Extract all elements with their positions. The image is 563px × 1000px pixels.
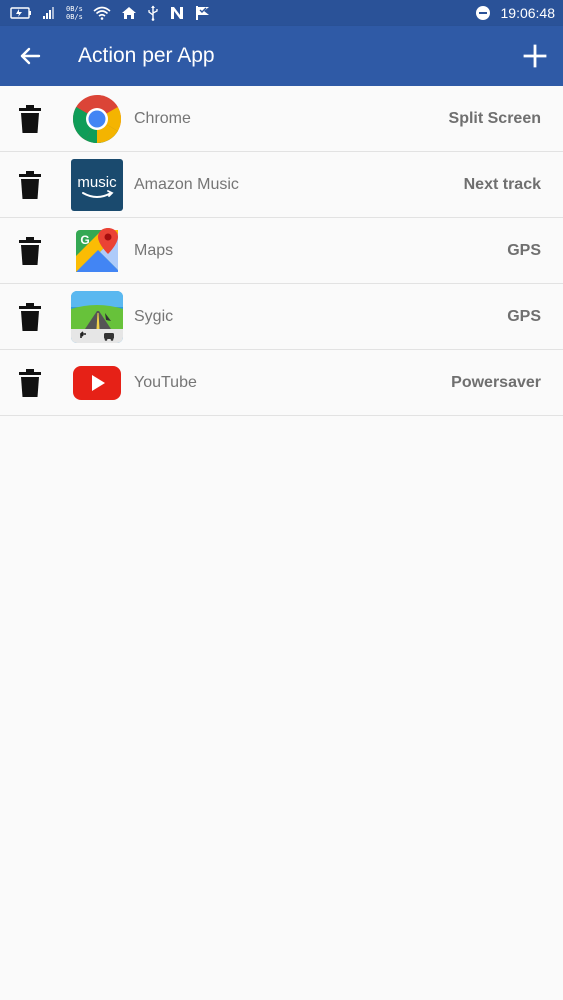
network-speed: 0B/s 0B/s [66, 5, 83, 21]
status-bar: 0B/s 0B/s 19:06:48 [0, 0, 563, 26]
sygic-icon [71, 291, 123, 343]
list-item[interactable]: music Amazon Music Next track [0, 152, 563, 218]
back-button[interactable] [14, 40, 46, 72]
maps-icon-text: G [80, 233, 89, 247]
app-name: Maps [134, 242, 174, 259]
wifi-icon [93, 6, 111, 20]
app-action: GPS [507, 242, 541, 259]
amazon-music-icon: music [71, 159, 123, 211]
trash-icon [19, 369, 41, 397]
app-action: GPS [507, 308, 541, 325]
trash-icon [19, 303, 41, 331]
delete-button[interactable] [18, 236, 42, 266]
checkmark-flag-icon [195, 5, 211, 21]
amazon-music-icon-text: music [77, 174, 117, 191]
status-icons-right: 19:06:48 [475, 5, 556, 21]
delete-button[interactable] [18, 302, 42, 332]
app-name: Sygic [134, 308, 174, 325]
net-speed-up: 0B/s [66, 5, 83, 13]
app-action: Split Screen [448, 110, 541, 127]
google-maps-icon: G [71, 225, 123, 277]
chrome-icon [71, 93, 123, 145]
delete-button[interactable] [18, 368, 42, 398]
app-action-list: Chrome Split Screen music Amazon Music N… [0, 86, 563, 416]
list-item[interactable]: YouTube Powersaver [0, 350, 563, 416]
do-not-disturb-icon [475, 5, 491, 21]
app-name: Amazon Music [134, 176, 239, 193]
home-icon [121, 6, 137, 20]
app-name: Chrome [134, 110, 191, 127]
add-button[interactable] [519, 40, 551, 72]
delete-button[interactable] [18, 170, 42, 200]
app-bar: Action per App [0, 26, 563, 86]
battery-charging-icon [10, 6, 32, 20]
arrow-back-icon [20, 47, 41, 65]
list-item[interactable]: G Maps GPS [0, 218, 563, 284]
list-item[interactable]: Sygic GPS [0, 284, 563, 350]
page-title: Action per App [78, 44, 215, 67]
status-icons-left: 0B/s 0B/s [10, 0, 211, 26]
usb-icon [147, 5, 159, 21]
app-name: YouTube [134, 374, 197, 391]
list-item[interactable]: Chrome Split Screen [0, 86, 563, 152]
trash-icon [19, 237, 41, 265]
n-notification-icon [169, 6, 185, 20]
delete-button[interactable] [18, 104, 42, 134]
status-clock: 19:06:48 [500, 5, 556, 21]
trash-icon [19, 171, 41, 199]
app-action: Powersaver [451, 374, 541, 391]
net-speed-down: 0B/s [66, 13, 83, 21]
trash-icon [19, 105, 41, 133]
signal-strength-icon [42, 6, 56, 20]
youtube-icon [71, 357, 123, 409]
plus-icon [523, 44, 547, 68]
app-action: Next track [463, 176, 541, 193]
